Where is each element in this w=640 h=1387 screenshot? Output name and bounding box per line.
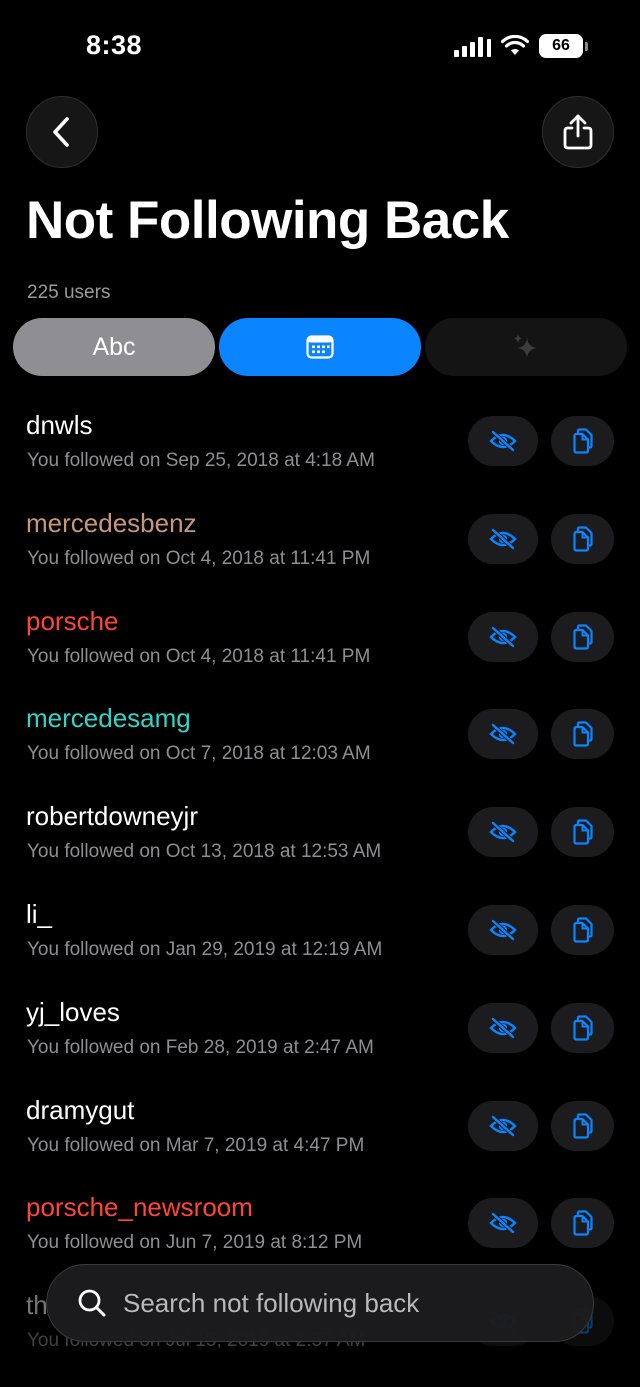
- hide-user-button[interactable]: [468, 709, 538, 760]
- search-bar[interactable]: Search not following back: [46, 1264, 594, 1342]
- hide-user-button[interactable]: [468, 513, 538, 564]
- status-indicators: 66: [454, 34, 588, 58]
- username[interactable]: porsche_newsroom: [26, 1192, 253, 1223]
- eye-slash-icon: [489, 1212, 517, 1235]
- user-count: 225 users: [27, 282, 111, 303]
- username[interactable]: dnwls: [26, 410, 92, 441]
- cellular-signal-icon: [454, 35, 491, 57]
- eye-slash-icon: [489, 821, 517, 843]
- search-icon: [78, 1289, 106, 1317]
- calendar-icon: [306, 335, 334, 359]
- sort-date-tab[interactable]: [219, 318, 421, 376]
- username[interactable]: li_: [26, 899, 52, 930]
- list-item[interactable]: dnwls You followed on Sep 25, 2018 at 4:1…: [0, 398, 640, 496]
- share-button[interactable]: [542, 96, 614, 168]
- sort-smart-tab[interactable]: [425, 318, 627, 376]
- copy-username-button[interactable]: [551, 807, 614, 858]
- eye-slash-icon: [489, 1017, 517, 1039]
- wifi-icon: [501, 35, 529, 55]
- sort-alphabetical-label: Abc: [92, 332, 136, 361]
- hide-user-button[interactable]: [468, 1198, 538, 1249]
- username[interactable]: dramygut: [26, 1095, 134, 1126]
- chevron-left-icon: [53, 117, 69, 147]
- username[interactable]: robertdowneyjr: [26, 801, 198, 832]
- status-bar: 8:38 66: [0, 0, 640, 90]
- username[interactable]: porsche: [26, 606, 119, 637]
- followed-date: You followed on Oct 4, 2018 at 11:41 PM: [27, 645, 371, 667]
- list-item[interactable]: mercedesbenz You followed on Oct 4, 2018 …: [0, 496, 640, 594]
- battery-icon: 66: [539, 34, 588, 58]
- followed-date: You followed on Jan 29, 2019 at 12:19 AM: [27, 938, 383, 960]
- page-title: Not Following Back: [26, 191, 509, 250]
- copy-icon: [572, 721, 593, 747]
- copy-icon: [572, 819, 593, 845]
- eye-slash-icon: [489, 528, 517, 550]
- hide-user-button[interactable]: [468, 416, 538, 466]
- username[interactable]: th: [26, 1290, 48, 1321]
- eye-slash-icon: [489, 430, 517, 452]
- eye-slash-icon: [489, 1114, 517, 1137]
- followed-date: You followed on Oct 13, 2018 at 12:53 AM: [27, 841, 382, 863]
- copy-username-button[interactable]: [551, 904, 614, 955]
- copy-icon: [572, 428, 593, 454]
- hide-user-button[interactable]: [468, 611, 538, 662]
- sparkles-icon: [514, 334, 537, 358]
- status-time: 8:38: [86, 30, 143, 60]
- hide-user-button[interactable]: [468, 807, 538, 858]
- list-item[interactable]: robertdowneyjr You followed on Oct 13, 20…: [0, 789, 640, 887]
- eye-slash-icon: [489, 723, 517, 746]
- list-item[interactable]: li_ You followed on Jan 29, 2019 at 12:19…: [0, 887, 640, 985]
- copy-icon: [572, 1112, 593, 1139]
- sort-segmented-control: Abc: [13, 318, 627, 376]
- hide-user-button[interactable]: [468, 904, 538, 955]
- copy-username-button[interactable]: [551, 513, 614, 564]
- eye-slash-icon: [489, 919, 517, 941]
- share-icon: [563, 114, 593, 150]
- copy-username-button[interactable]: [551, 1002, 614, 1053]
- followed-date: You followed on Oct 7, 2018 at 12:03 AM: [27, 743, 371, 765]
- user-list: dnwls You followed on Sep 25, 2018 at 4:1…: [0, 398, 640, 1376]
- search-input[interactable]: Search not following back: [123, 1288, 419, 1319]
- followed-date: You followed on Mar 7, 2019 at 4:47 PM: [27, 1134, 365, 1156]
- copy-username-button[interactable]: [551, 416, 614, 466]
- copy-icon: [572, 1015, 593, 1041]
- followed-date: You followed on Oct 4, 2018 at 11:41 PM: [27, 547, 371, 569]
- eye-slash-icon: [489, 625, 517, 648]
- username[interactable]: mercedesbenz: [26, 508, 197, 539]
- back-button[interactable]: [26, 96, 98, 168]
- copy-username-button[interactable]: [551, 611, 614, 662]
- list-item[interactable]: mercedesamg You followed on Oct 7, 2018 a…: [0, 691, 640, 789]
- list-item[interactable]: dramygut You followed on Mar 7, 2019 at 4…: [0, 1083, 640, 1181]
- followed-date: You followed on Sep 25, 2018 at 4:18 AM: [27, 450, 375, 471]
- username[interactable]: yj_loves: [26, 997, 120, 1028]
- sort-alphabetical-tab[interactable]: Abc: [13, 318, 215, 376]
- list-item[interactable]: porsche You followed on Oct 4, 2018 at 11…: [0, 594, 640, 692]
- copy-icon: [572, 623, 593, 650]
- copy-icon: [572, 917, 593, 943]
- copy-username-button[interactable]: [551, 709, 614, 760]
- copy-icon: [572, 1210, 593, 1236]
- username[interactable]: mercedesamg: [26, 703, 191, 734]
- hide-user-button[interactable]: [468, 1100, 538, 1151]
- followed-date: You followed on Jun 7, 2019 at 8:12 PM: [27, 1232, 363, 1254]
- copy-icon: [572, 526, 593, 552]
- copy-username-button[interactable]: [551, 1100, 614, 1151]
- followed-date: You followed on Feb 28, 2019 at 2:47 AM: [27, 1036, 374, 1058]
- copy-username-button[interactable]: [551, 1198, 614, 1249]
- hide-user-button[interactable]: [468, 1002, 538, 1053]
- battery-level: 66: [539, 34, 583, 58]
- list-item[interactable]: yj_loves You followed on Feb 28, 2019 at …: [0, 985, 640, 1083]
